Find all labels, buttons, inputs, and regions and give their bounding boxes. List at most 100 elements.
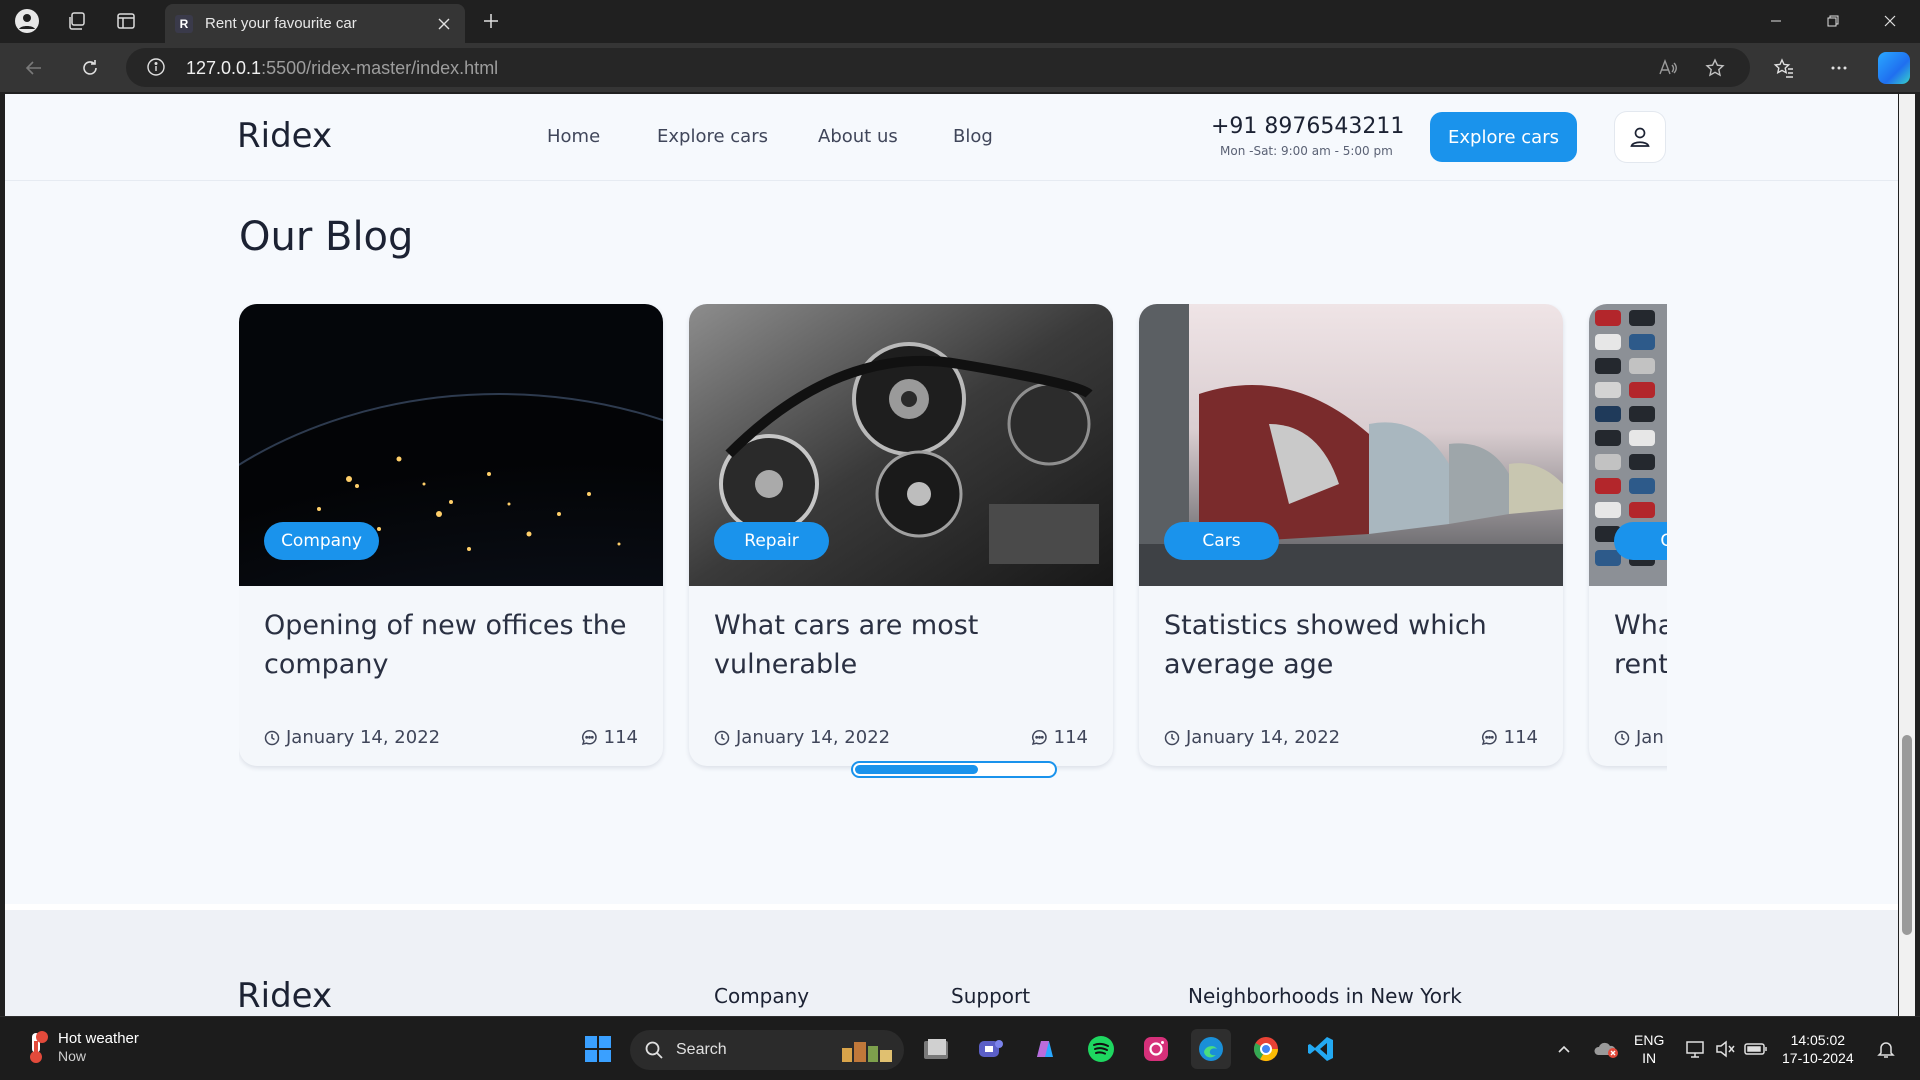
url-field[interactable]: 127.0.0.1:5500/ridex-master/index.html — [126, 48, 1750, 87]
category-badge[interactable]: Co — [1614, 522, 1667, 560]
favorites-icon[interactable] — [1768, 52, 1800, 84]
restore-icon[interactable] — [1810, 6, 1856, 36]
date-text: Jan — [1636, 727, 1664, 748]
blog-slider[interactable]: Company Opening of new offices the compa… — [239, 304, 1667, 774]
blog-card-title[interactable]: What cars are most vulnerable — [714, 606, 1084, 684]
footer-heading-neighborhoods: Neighborhoods in New York — [1188, 984, 1462, 1008]
page-scrollbar-thumb[interactable] — [1902, 735, 1912, 935]
windows-start-icon[interactable] — [578, 1029, 618, 1069]
url-path: :5500/ridex-master/index.html — [261, 58, 499, 78]
language-bottom: IN — [1642, 1050, 1657, 1066]
comment-count: 114 — [1053, 727, 1088, 748]
blog-card-date: January 14, 2022 — [714, 727, 890, 748]
url-host: 127.0.0.1 — [186, 58, 262, 78]
address-bar-row: 127.0.0.1:5500/ridex-master/index.html — [0, 43, 1920, 92]
business-hours: Mon -Sat: 9:00 am - 5:00 pm — [1220, 144, 1393, 158]
slider-progress-bar[interactable] — [851, 761, 1057, 778]
user-icon — [1630, 127, 1650, 147]
search-label: Search — [676, 1041, 727, 1058]
blog-card-comments: 114 — [1031, 727, 1088, 748]
blog-card-title[interactable]: Wha rent — [1614, 606, 1667, 684]
vertical-tabs-icon[interactable] — [110, 6, 142, 36]
comment-icon — [1481, 730, 1497, 746]
comment-icon — [581, 730, 597, 746]
site-header: Ridex Home Explore cars About us Blog +9… — [5, 94, 1898, 181]
language-indicator[interactable]: ENG IN — [1634, 1031, 1664, 1067]
explore-cars-button[interactable]: Explore cars — [1430, 112, 1577, 162]
date-text: January 14, 2022 — [1186, 727, 1341, 748]
chrome-icon[interactable] — [1246, 1029, 1286, 1069]
blog-card-title[interactable]: Statistics showed which average age — [1164, 606, 1534, 684]
nav-blog[interactable]: Blog — [953, 126, 993, 147]
clock[interactable]: 14:05:02 17-10-2024 — [1782, 1031, 1854, 1067]
blog-section-title: Our Blog — [239, 214, 414, 260]
category-badge[interactable]: Repair — [714, 522, 829, 560]
taskbar-search[interactable]: Search — [630, 1030, 904, 1070]
blog-card-date: Jan — [1614, 727, 1664, 748]
clock-time: 14:05:02 — [1790, 1032, 1846, 1048]
blog-section: Our Blog Company Opening of new offices … — [5, 181, 1898, 904]
notification-bell-icon[interactable] — [1866, 1029, 1906, 1069]
read-aloud-icon[interactable] — [1656, 56, 1680, 80]
blog-card-comments: 114 — [1481, 727, 1538, 748]
instagram-icon[interactable] — [1136, 1029, 1176, 1069]
browser-tab-bar: R Rent your favourite car — [0, 0, 1920, 43]
date-text: January 14, 2022 — [286, 727, 441, 748]
language-top: ENG — [1634, 1032, 1665, 1048]
contact-phone[interactable]: +91 8976543211 — [1211, 114, 1404, 139]
thermometer-icon — [30, 1031, 48, 1063]
url-text: 127.0.0.1:5500/ridex-master/index.html — [186, 58, 498, 79]
active-tab[interactable]: R Rent your favourite car — [165, 4, 465, 43]
footer-logo[interactable]: Ridex — [237, 976, 332, 1016]
windows-taskbar: Hot weather Now Search ENG IN 14:05:02 1… — [0, 1016, 1920, 1080]
spotify-icon[interactable] — [1081, 1029, 1121, 1069]
category-badge[interactable]: Company — [264, 522, 379, 560]
weather-sub: Now — [58, 1048, 87, 1064]
more-options-icon[interactable] — [1823, 52, 1855, 84]
refresh-icon[interactable] — [74, 52, 106, 84]
blog-card[interactable]: Co Wha rent Jan — [1589, 304, 1667, 766]
blog-card-comments: 114 — [581, 727, 638, 748]
onedrive-error-icon[interactable] — [1586, 1029, 1626, 1069]
new-tab-icon[interactable] — [475, 6, 507, 36]
copilot-icon[interactable] — [1878, 52, 1910, 84]
back-icon[interactable] — [18, 52, 50, 84]
clock-icon — [714, 730, 730, 745]
show-hidden-icons-chevron-icon[interactable] — [1544, 1029, 1584, 1069]
search-icon — [645, 1041, 663, 1059]
blog-card[interactable]: Repair What cars are most vulnerable Jan… — [689, 304, 1113, 766]
user-account-button[interactable] — [1615, 112, 1665, 162]
blog-card[interactable]: Company Opening of new offices the compa… — [239, 304, 663, 766]
teams-icon[interactable] — [970, 1029, 1010, 1069]
footer-heading-support: Support — [951, 984, 1031, 1008]
workspaces-icon[interactable] — [61, 6, 93, 36]
weather-widget[interactable]: Hot weather Now — [22, 1029, 139, 1065]
search-highlight-icon — [842, 1042, 892, 1062]
comment-count: 114 — [1503, 727, 1538, 748]
profile-icon[interactable] — [11, 6, 43, 36]
blog-card-date: January 14, 2022 — [1164, 727, 1340, 748]
close-tab-icon[interactable] — [433, 13, 455, 35]
weather-title: Hot weather — [58, 1030, 139, 1047]
site-info-icon[interactable] — [146, 57, 166, 82]
minimize-icon[interactable] — [1753, 6, 1799, 36]
close-window-icon[interactable] — [1867, 6, 1913, 36]
category-badge[interactable]: Cars — [1164, 522, 1279, 560]
nav-about-us[interactable]: About us — [818, 126, 898, 147]
battery-icon[interactable] — [1736, 1029, 1776, 1069]
file-explorer-icon[interactable] — [916, 1029, 956, 1069]
nav-home[interactable]: Home — [547, 126, 600, 147]
site-logo[interactable]: Ridex — [237, 116, 332, 156]
tab-title: Rent your favourite car — [205, 15, 357, 32]
nav-explore-cars[interactable]: Explore cars — [657, 126, 768, 147]
edge-icon[interactable] — [1191, 1029, 1231, 1069]
clock-icon — [1164, 730, 1180, 745]
tab-favicon: R — [175, 15, 193, 33]
favorite-star-icon[interactable] — [1703, 56, 1727, 80]
blog-card-date: January 14, 2022 — [264, 727, 440, 748]
blog-card-title[interactable]: Opening of new offices the company — [264, 606, 634, 684]
blog-card[interactable]: Cars Statistics showed which average age… — [1139, 304, 1563, 766]
vscode-icon[interactable] — [1301, 1029, 1341, 1069]
copilot-app-icon[interactable] — [1025, 1029, 1065, 1069]
clock-date: 17-10-2024 — [1782, 1050, 1854, 1066]
